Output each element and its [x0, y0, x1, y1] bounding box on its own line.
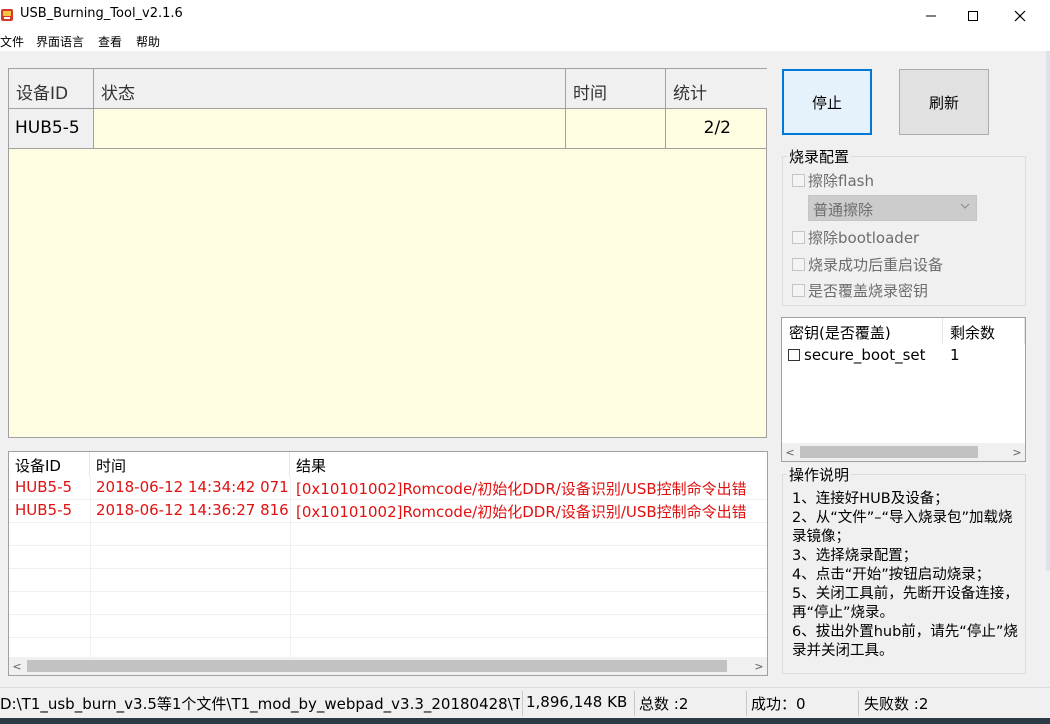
column-divider	[90, 477, 91, 657]
menu-language[interactable]: 界面语言	[36, 33, 84, 50]
log-header-time[interactable]: 时间	[90, 452, 290, 477]
log-row-empty	[9, 592, 767, 615]
status-success: 成功：0	[751, 695, 806, 713]
stop-button[interactable]: 停止	[782, 69, 872, 135]
minimize-icon	[926, 15, 936, 16]
maximize-icon	[968, 10, 978, 21]
log-cell-device-id: HUB5-5	[15, 478, 73, 496]
erase-flash-checkbox[interactable]: 擦除flash	[792, 170, 874, 191]
checkbox-box[interactable]	[792, 231, 805, 244]
erase-flash-label: 擦除flash	[808, 172, 874, 190]
erase-mode-select[interactable]: 普通擦除	[808, 195, 977, 221]
scroll-left-icon[interactable]: <	[782, 443, 798, 461]
scroll-right-icon[interactable]: >	[1009, 443, 1025, 461]
grid-header-time[interactable]: 时间	[566, 69, 666, 109]
log-cell-time: 2018-06-12 14:34:42 071	[96, 478, 288, 496]
log-list-scrollbar[interactable]: < >	[9, 657, 767, 675]
grid-cell-device-id[interactable]: HUB5-5	[9, 109, 94, 149]
log-row-empty	[9, 615, 767, 638]
log-list[interactable]: 设备ID 时间 结果 HUB5-5 2018-06-12 14:34:42 07…	[8, 451, 768, 676]
erase-bootloader-label: 擦除bootloader	[808, 229, 920, 247]
refresh-button[interactable]: 刷新	[899, 69, 989, 135]
erase-mode-value: 普通擦除	[813, 201, 874, 219]
reboot-after-checkbox[interactable]: 烧录成功后重启设备	[792, 254, 943, 275]
log-row-empty	[9, 523, 767, 546]
title-bar[interactable]: USB_Burning_Tool_v2.1.6	[0, 0, 1050, 31]
status-image-size: 1,896,148 KB	[526, 693, 628, 711]
status-divider	[522, 691, 523, 716]
checkbox-box[interactable]	[792, 258, 805, 271]
close-icon	[1014, 10, 1026, 21]
overwrite-key-label: 是否覆盖烧录密钥	[808, 282, 929, 300]
window-edge	[1046, 51, 1050, 571]
menu-file[interactable]: 文件	[0, 33, 24, 50]
log-row[interactable]: HUB5-5 2018-06-12 14:34:42 071 [0x101010…	[9, 477, 767, 500]
minimize-button[interactable]	[908, 0, 954, 31]
log-cell-device-id: HUB5-5	[15, 501, 73, 519]
instructions-title: 操作说明	[787, 464, 852, 485]
scroll-right-icon[interactable]: >	[751, 657, 767, 675]
log-cell-result: [0x10101002]Romcode/初始化DDR/设备识别/USB控制命令出…	[296, 503, 747, 521]
log-row[interactable]: HUB5-5 2018-06-12 14:36:27 816 [0x101010…	[9, 500, 767, 523]
status-bar: D:\T1_usb_burn_v3.5等1个文件\T1_mod_by_webpa…	[0, 687, 1050, 718]
column-divider	[290, 477, 291, 657]
status-divider	[858, 691, 859, 716]
key-list-item[interactable]: secure_boot_set	[788, 346, 926, 364]
erase-bootloader-checkbox[interactable]: 擦除bootloader	[792, 227, 919, 248]
status-total: 总数 :2	[639, 695, 689, 713]
key-list-header-remaining[interactable]: 剩余数	[943, 318, 1025, 344]
log-row-empty	[9, 569, 767, 592]
key-list[interactable]: 密钥(是否覆盖) 剩余数 secure_boot_set 1 < >	[781, 317, 1026, 462]
burn-config-title: 烧录配置	[787, 146, 852, 167]
taskbar-edge	[0, 718, 1050, 724]
key-list-scrollbar[interactable]: < >	[782, 443, 1025, 461]
status-divider	[634, 691, 635, 716]
key-remaining: 1	[950, 346, 960, 364]
checkbox-box[interactable]	[792, 174, 805, 187]
grid-cell-status[interactable]	[94, 109, 566, 149]
grid-header-status[interactable]: 状态	[94, 69, 566, 109]
key-name: secure_boot_set	[804, 346, 926, 364]
app-icon	[0, 7, 14, 23]
scroll-left-icon[interactable]: <	[9, 657, 25, 675]
window-title: USB_Burning_Tool_v2.1.6	[20, 6, 183, 21]
grid-header-device-id[interactable]: 设备ID	[9, 69, 94, 109]
scroll-thumb[interactable]	[800, 446, 978, 458]
grid-header-stats[interactable]: 统计	[666, 69, 767, 109]
status-fail: 失败数 :2	[864, 695, 929, 713]
reboot-after-label: 烧录成功后重启设备	[808, 256, 944, 274]
menu-view[interactable]: 查看	[98, 33, 122, 50]
menu-bar: 文件 界面语言 查看 帮助	[0, 31, 1050, 51]
device-grid[interactable]: 设备ID 状态 时间 统计 HUB5-5 2/2	[8, 68, 767, 438]
checkbox-box[interactable]	[792, 284, 805, 297]
log-cell-time: 2018-06-12 14:36:27 816	[96, 501, 288, 519]
grid-cell-time[interactable]	[566, 109, 666, 149]
close-button[interactable]	[997, 0, 1043, 31]
overwrite-key-checkbox[interactable]: 是否覆盖烧录密钥	[792, 280, 928, 301]
status-divider	[746, 691, 747, 716]
log-header-device-id[interactable]: 设备ID	[9, 452, 90, 477]
log-cell-result: [0x10101002]Romcode/初始化DDR/设备识别/USB控制命令出…	[296, 480, 747, 498]
chevron-down-icon	[960, 199, 970, 217]
grid-cell-stats[interactable]: 2/2	[666, 109, 767, 149]
key-checkbox[interactable]	[788, 349, 800, 361]
key-list-header-key[interactable]: 密钥(是否覆盖)	[782, 318, 943, 344]
log-header-result[interactable]: 结果	[290, 452, 767, 477]
maximize-button[interactable]	[950, 0, 996, 31]
status-image-path: D:\T1_usb_burn_v3.5等1个文件\T1_mod_by_webpa…	[0, 695, 520, 713]
log-row-empty	[9, 546, 767, 569]
menu-help[interactable]: 帮助	[136, 33, 160, 50]
instructions-text: 1、连接好HUB及设备； 2、从“文件”–“导入烧录包”加载烧录镜像； 3、选择…	[792, 491, 1019, 659]
scroll-thumb[interactable]	[27, 660, 727, 672]
